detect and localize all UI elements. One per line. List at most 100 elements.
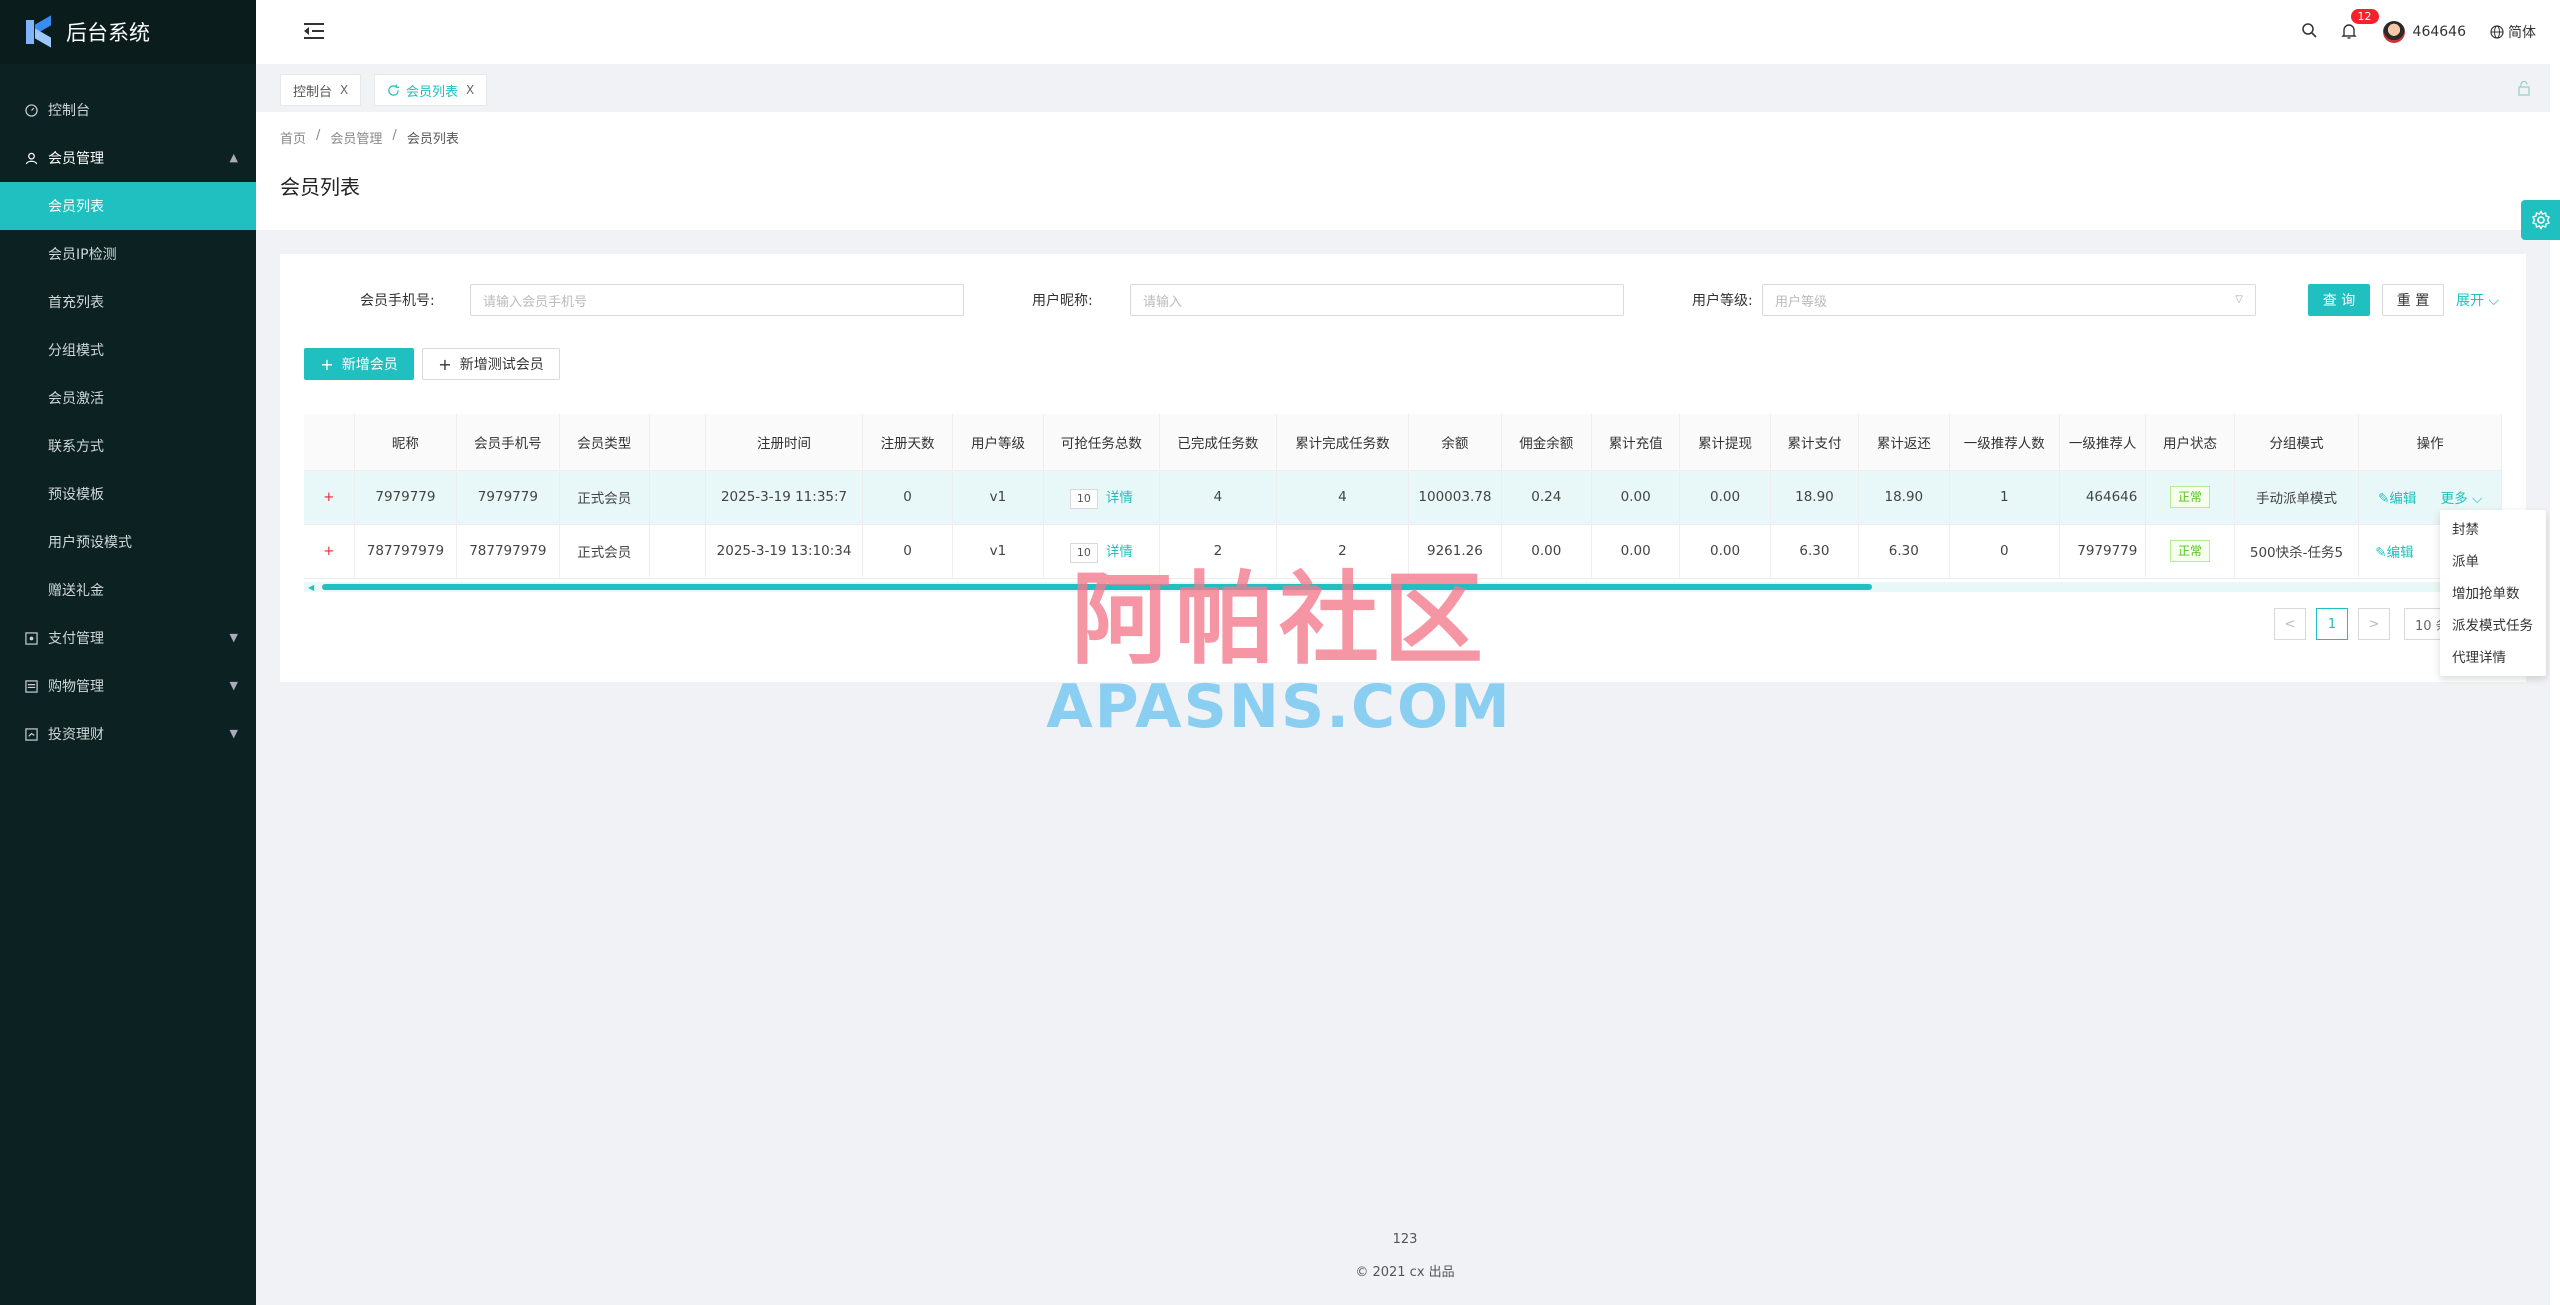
cell-member-type: 正式会员	[559, 470, 650, 525]
sidebar-item-member-management[interactable]: 会员管理 ▲	[0, 134, 256, 182]
cell-nickname: 7979779	[354, 470, 458, 525]
menu-item-ban[interactable]: 封禁	[2440, 514, 2546, 546]
plus-icon: +	[438, 354, 452, 374]
cell-done: 4	[1159, 470, 1277, 525]
expand-filters-link[interactable]: 展开 ⌵	[2456, 290, 2499, 310]
footer-number: 123	[1392, 1232, 1418, 1247]
sidebar-item-gift[interactable]: 赠送礼金	[0, 566, 256, 614]
search-icon[interactable]	[2301, 22, 2317, 42]
column-header: 注册时间	[705, 414, 863, 471]
sidebar-item-contact[interactable]: 联系方式	[0, 422, 256, 470]
more-dropdown-trigger[interactable]: 更多 ⌵	[2441, 491, 2483, 507]
sidebar-item-label: 用户预设模式	[48, 535, 132, 551]
sidebar-item-payment[interactable]: 支付管理 ▼	[0, 614, 256, 662]
logo: 后台系统	[0, 0, 256, 64]
detail-link[interactable]: 详情	[1106, 544, 1133, 560]
sidebar-item-member-list[interactable]: 会员列表	[0, 182, 256, 230]
sidebar: 后台系统 控制台 会员管理 ▲ 会员列表 会员IP检测 首充列表 分组模式 会员…	[0, 0, 256, 1305]
menu-item-agent-detail[interactable]: 代理详情	[2440, 642, 2546, 674]
cell-group-mode: 手动派单模式	[2234, 470, 2360, 525]
more-actions-dropdown: 封禁 派单 增加抢单数 派发模式任务 代理详情	[2440, 510, 2546, 676]
chevron-down-icon: ▼	[229, 727, 238, 740]
sidebar-item-first-recharge[interactable]: 首充列表	[0, 278, 256, 326]
next-page-button[interactable]: >	[2358, 608, 2390, 640]
language-switch[interactable]: 简体	[2490, 22, 2536, 42]
cell-nickname: 787797979	[354, 524, 458, 579]
table-row[interactable]: + 7979779 7979779 正式会员 2025-3-19 11:35:7…	[304, 470, 2502, 525]
chevron-down-icon: ▽	[2235, 294, 2243, 305]
cell-task-total: 10 详情	[1043, 470, 1161, 525]
menu-item-dispatch[interactable]: 派单	[2440, 546, 2546, 578]
member-submenu: 会员列表 会员IP检测 首充列表 分组模式 会员激活 联系方式 预设模板 用户预…	[0, 182, 256, 614]
cell-status: 正常	[2145, 524, 2235, 579]
button-label: 新增会员	[341, 357, 398, 373]
menu-fold-icon[interactable]	[304, 22, 324, 40]
user-menu[interactable]: 464646	[2382, 21, 2466, 43]
detail-link[interactable]: 详情	[1106, 490, 1133, 506]
tab-member-list[interactable]: 会员列表 X	[374, 74, 488, 106]
sidebar-item-shopping[interactable]: 购物管理 ▼	[0, 662, 256, 710]
app-title: 后台系统	[66, 21, 150, 45]
scroll-track	[2550, 0, 2560, 1305]
tab-dashboard[interactable]: 控制台 X	[280, 74, 362, 106]
breadcrumb-home[interactable]: 首页	[280, 128, 306, 147]
sidebar-item-group-mode[interactable]: 分组模式	[0, 326, 256, 374]
sidebar-item-label: 投资理财	[48, 727, 104, 743]
header-actions: 12 464646 简体	[2301, 0, 2536, 64]
notification-bell[interactable]: 12	[2340, 9, 2379, 41]
add-member-button[interactable]: + 新增会员	[304, 348, 414, 380]
column-header: 昵称	[354, 414, 458, 471]
menu-item-dispatch-mode-task[interactable]: 派发模式任务	[2440, 610, 2546, 642]
cell-returned: 18.90	[1858, 470, 1950, 525]
cell-paid: 6.30	[1770, 524, 1860, 579]
prev-page-button[interactable]: <	[2274, 608, 2306, 640]
task-count-input[interactable]: 10	[1069, 488, 1098, 509]
sidebar-item-member-activate[interactable]: 会员激活	[0, 374, 256, 422]
phone-search-input[interactable]: 请输入会员手机号	[470, 284, 964, 316]
sidebar-item-member-ip[interactable]: 会员IP检测	[0, 230, 256, 278]
add-test-member-button[interactable]: + 新增测试会员	[422, 348, 560, 380]
cell-member-type: 正式会员	[559, 524, 650, 579]
page-1-button[interactable]: 1	[2316, 608, 2348, 640]
cell-referrer: 7979779	[2059, 524, 2147, 579]
sidebar-item-label: 联系方式	[48, 439, 104, 455]
breadcrumb-member-management[interactable]: 会员管理	[330, 128, 382, 147]
nickname-search-input[interactable]: 请输入	[1130, 284, 1624, 316]
language-label: 简体	[2508, 25, 2536, 41]
scroll-left-icon[interactable]: ◀	[308, 583, 314, 592]
menu-item-add-grab-count[interactable]: 增加抢单数	[2440, 578, 2546, 610]
cell-recharge: 0.00	[1591, 524, 1681, 579]
expand-row-icon[interactable]: +	[323, 544, 334, 559]
username: 464646	[2412, 24, 2466, 40]
settings-button[interactable]	[2521, 200, 2560, 240]
expand-row-icon[interactable]: +	[323, 490, 334, 505]
sidebar-item-dashboard[interactable]: 控制台	[0, 86, 256, 134]
sidebar-item-label: 分组模式	[48, 343, 104, 359]
lock-icon[interactable]	[2516, 80, 2532, 96]
sidebar-item-investment[interactable]: 投资理财 ▼	[0, 710, 256, 758]
cell-register-days: 0	[862, 470, 954, 525]
cell-group-mode: 500快杀-任务5	[2234, 524, 2360, 579]
cell-register-time: 2025-3-19 11:35:7	[705, 470, 863, 525]
cell-blank	[649, 524, 707, 579]
column-header: 一级推荐人数	[1949, 414, 2061, 471]
column-header: 累计支付	[1770, 414, 1860, 471]
sidebar-item-user-preset[interactable]: 用户预设模式	[0, 518, 256, 566]
query-button[interactable]: 查 询	[2308, 284, 2370, 316]
close-icon[interactable]: X	[466, 83, 474, 97]
sidebar-item-preset-template[interactable]: 预设模板	[0, 470, 256, 518]
column-header: 分组模式	[2234, 414, 2360, 471]
edit-link[interactable]: ✎编辑	[2375, 545, 2413, 561]
tab-label: 会员列表	[406, 84, 459, 100]
close-icon[interactable]: X	[340, 83, 348, 97]
sidebar-item-label: 会员列表	[48, 199, 104, 215]
edit-link[interactable]: ✎编辑	[2378, 491, 2416, 507]
column-header: 累计提现	[1679, 414, 1771, 471]
column-header: 用户等级	[952, 414, 1044, 471]
reset-button[interactable]: 重 置	[2382, 284, 2444, 316]
sidebar-item-label: 预设模板	[48, 487, 104, 503]
refresh-icon[interactable]	[387, 83, 400, 97]
level-select[interactable]: 用户等级 ▽	[1762, 284, 2256, 316]
task-count-input[interactable]: 10	[1069, 542, 1098, 563]
column-header: 累计完成任务数	[1276, 414, 1410, 471]
